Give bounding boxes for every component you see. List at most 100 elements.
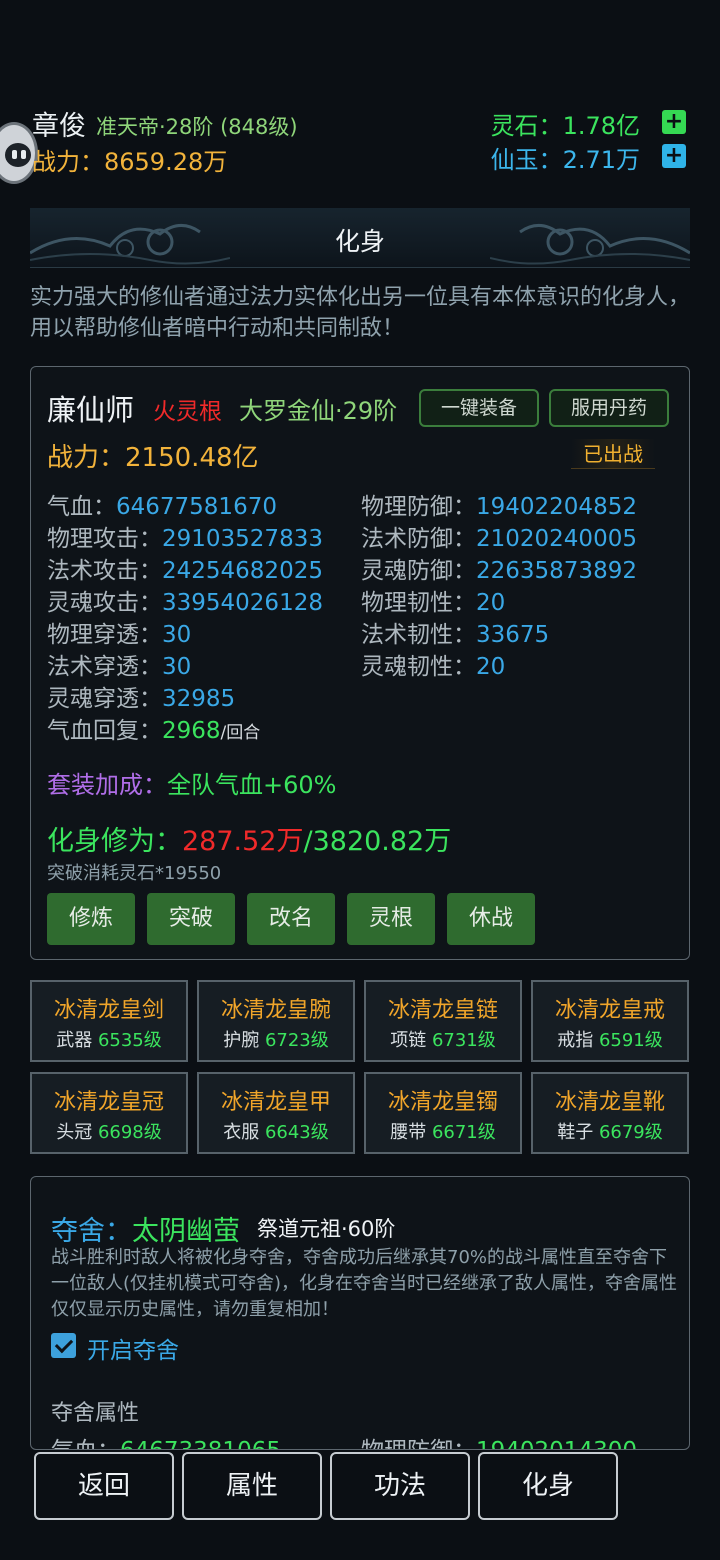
lingshi-label: 灵石：	[490, 112, 563, 140]
stat-unit: /回合	[220, 723, 261, 743]
stat-label: 灵魂穿透：	[47, 686, 162, 712]
intro-text: 实力强大的修仙者通过法力实体化出另一位具有本体意识的化身人，用以帮助修仙者暗中行…	[30, 285, 691, 341]
equipment-slot-belt[interactable]: 冰清龙皇镯 腰带 6671级	[364, 1072, 522, 1154]
avatar-eye-icon	[21, 150, 26, 159]
equipment-slot-bracer[interactable]: 冰清龙皇腕 护腕 6723级	[197, 980, 355, 1062]
equipment-info: 衣服 6643级	[199, 1118, 353, 1144]
cultivation-max: /3820.82万	[303, 826, 452, 857]
breakthrough-cost: 突破消耗灵石*19550	[47, 863, 222, 884]
stat-magic-attack: 法术攻击：24254682025	[47, 551, 323, 585]
avatar-realm: 大罗金仙·29阶	[239, 397, 398, 425]
stat-value: 24254682025	[162, 558, 323, 584]
add-xianyu-button[interactable]: +	[662, 144, 686, 168]
rename-button[interactable]: 改名	[247, 893, 335, 945]
cultivation-current: 287.52万	[182, 826, 304, 857]
stat-value: 22635873892	[476, 558, 637, 584]
set-bonus-value: 全队气血+60%	[167, 771, 337, 799]
stat-label: 物理韧性：	[361, 590, 476, 616]
checkbox-checked-icon[interactable]	[51, 1333, 76, 1358]
possession-description: 战斗胜利时敌人将被化身夺舍，夺舍成功后继承其70%的战斗属性直至夺舍下一位敌人(…	[51, 1247, 678, 1320]
stat-value: 33954026128	[162, 590, 323, 616]
stat-value: 21020240005	[476, 526, 637, 552]
stat-value: 29103527833	[162, 526, 323, 552]
stat-label: 物理防御：	[361, 494, 476, 520]
avatar-power-label: 战力：	[47, 443, 126, 473]
possession-panel: 夺舍：太阴幽萤 祭道元祖·60阶 战斗胜利时敌人将被化身夺舍，夺舍成功后继承其7…	[30, 1176, 690, 1450]
equipment-name: 冰清龙皇甲	[220, 1090, 331, 1115]
equipment-info: 武器 6535级	[32, 1026, 186, 1052]
deployed-status-badge: 已出战	[571, 439, 655, 469]
equipment-slot-necklace[interactable]: 冰清龙皇链 项链 6731级	[364, 980, 522, 1062]
stat-value: 30	[162, 622, 192, 648]
avatar-name: 廉仙师	[47, 393, 135, 427]
equipment-name: 冰清龙皇链	[387, 998, 498, 1023]
stat-value: 30	[162, 654, 192, 680]
stat-label: 灵魂韧性：	[361, 654, 476, 680]
equip-all-button[interactable]: 一键装备	[419, 389, 539, 427]
spirit-root-button[interactable]: 灵根	[347, 893, 435, 945]
train-button[interactable]: 修炼	[47, 893, 135, 945]
equipment-name: 冰清龙皇剑	[53, 998, 164, 1023]
equipment-info: 戒指 6591级	[533, 1026, 687, 1052]
player-power-value: 8659.28万	[104, 148, 228, 176]
stat-label: 气血回复：	[47, 718, 162, 744]
possession-stat-hp: 气血：64673381065	[51, 1431, 281, 1449]
breakthrough-button[interactable]: 突破	[147, 893, 235, 945]
stat-label: 物理防御：	[361, 1438, 476, 1449]
equipment-slot: 衣服	[223, 1122, 260, 1143]
equipment-info: 护腕 6723级	[199, 1026, 353, 1052]
player-name: 章俊	[32, 111, 86, 142]
stat-magic-toughness: 法术韧性：33675	[361, 615, 549, 649]
equipment-slot-crown[interactable]: 冰清龙皇冠 头冠 6698级	[30, 1072, 188, 1154]
possession-target: 太阴幽萤	[132, 1216, 240, 1247]
equipment-slot: 护腕	[223, 1030, 260, 1051]
back-button[interactable]: 返回	[34, 1452, 174, 1520]
avatar-cultivation: 化身修为：287.52万/3820.82万	[47, 819, 451, 858]
equipment-name: 冰清龙皇腕	[220, 998, 331, 1023]
stat-label: 法术防御：	[361, 526, 476, 552]
stat-value: 33675	[476, 622, 550, 648]
equipment-slot: 鞋子	[557, 1122, 594, 1143]
stat-value: 19402204852	[476, 494, 637, 520]
stat-label: 灵魂攻击：	[47, 590, 162, 616]
equipment-level: 6643级	[264, 1122, 329, 1143]
equipment-slot-ring[interactable]: 冰清龙皇戒 戒指 6591级	[531, 980, 689, 1062]
equipment-level: 6591级	[598, 1030, 663, 1051]
stat-label: 物理攻击：	[47, 526, 162, 552]
equipment-slot-weapon[interactable]: 冰清龙皇剑 武器 6535级	[30, 980, 188, 1062]
equipment-level: 6698级	[97, 1122, 162, 1143]
nav-avatar-button[interactable]: 化身	[478, 1452, 618, 1520]
possession-target-realm: 祭道元祖·60阶	[257, 1217, 396, 1241]
add-lingshi-button[interactable]: +	[662, 110, 686, 134]
nav-attributes-button[interactable]: 属性	[182, 1452, 322, 1520]
nav-skills-button[interactable]: 功法	[330, 1452, 470, 1520]
stat-physical-penetration: 物理穿透：30	[47, 615, 191, 649]
enable-possession-label[interactable]: 开启夺舍	[87, 1331, 179, 1365]
avatar-power-value: 2150.48亿	[125, 443, 259, 473]
equipment-level: 6723级	[264, 1030, 329, 1051]
stat-magic-defense: 法术防御：21020240005	[361, 519, 637, 553]
stat-value: 32985	[162, 686, 236, 712]
equipment-slot-boots[interactable]: 冰清龙皇靴 鞋子 6679级	[531, 1072, 689, 1154]
set-bonus: 套装加成：全队气血+60%	[47, 765, 336, 800]
equipment-slot-armor[interactable]: 冰清龙皇甲 衣服 6643级	[197, 1072, 355, 1154]
stat-physical-defense: 物理防御：19402204852	[361, 487, 637, 521]
equipment-info: 头冠 6698级	[32, 1118, 186, 1144]
stat-label: 法术韧性：	[361, 622, 476, 648]
equipment-level: 6671级	[431, 1122, 496, 1143]
xianyu-value: 2.71万	[562, 146, 640, 174]
equipment-name: 冰清龙皇冠	[53, 1090, 164, 1115]
page-title: 化身	[334, 227, 385, 256]
stat-value: 19402014300	[476, 1438, 637, 1449]
avatar-power: 战力：2150.48亿	[47, 437, 259, 474]
stat-soul-attack: 灵魂攻击：33954026128	[47, 583, 323, 617]
take-pill-button[interactable]: 服用丹药	[549, 389, 669, 427]
spirit-root-tag: 火灵根	[153, 399, 222, 425]
set-bonus-label: 套装加成：	[47, 771, 167, 799]
stat-hp-regen: 气血回复：2968/回合	[47, 711, 260, 745]
stat-physical-attack: 物理攻击：29103527833	[47, 519, 323, 553]
player-power: 战力：8659.28万	[32, 142, 227, 177]
stat-label: 气血：	[47, 494, 116, 520]
equipment-level: 6731级	[431, 1030, 496, 1051]
rest-button[interactable]: 休战	[447, 893, 535, 945]
